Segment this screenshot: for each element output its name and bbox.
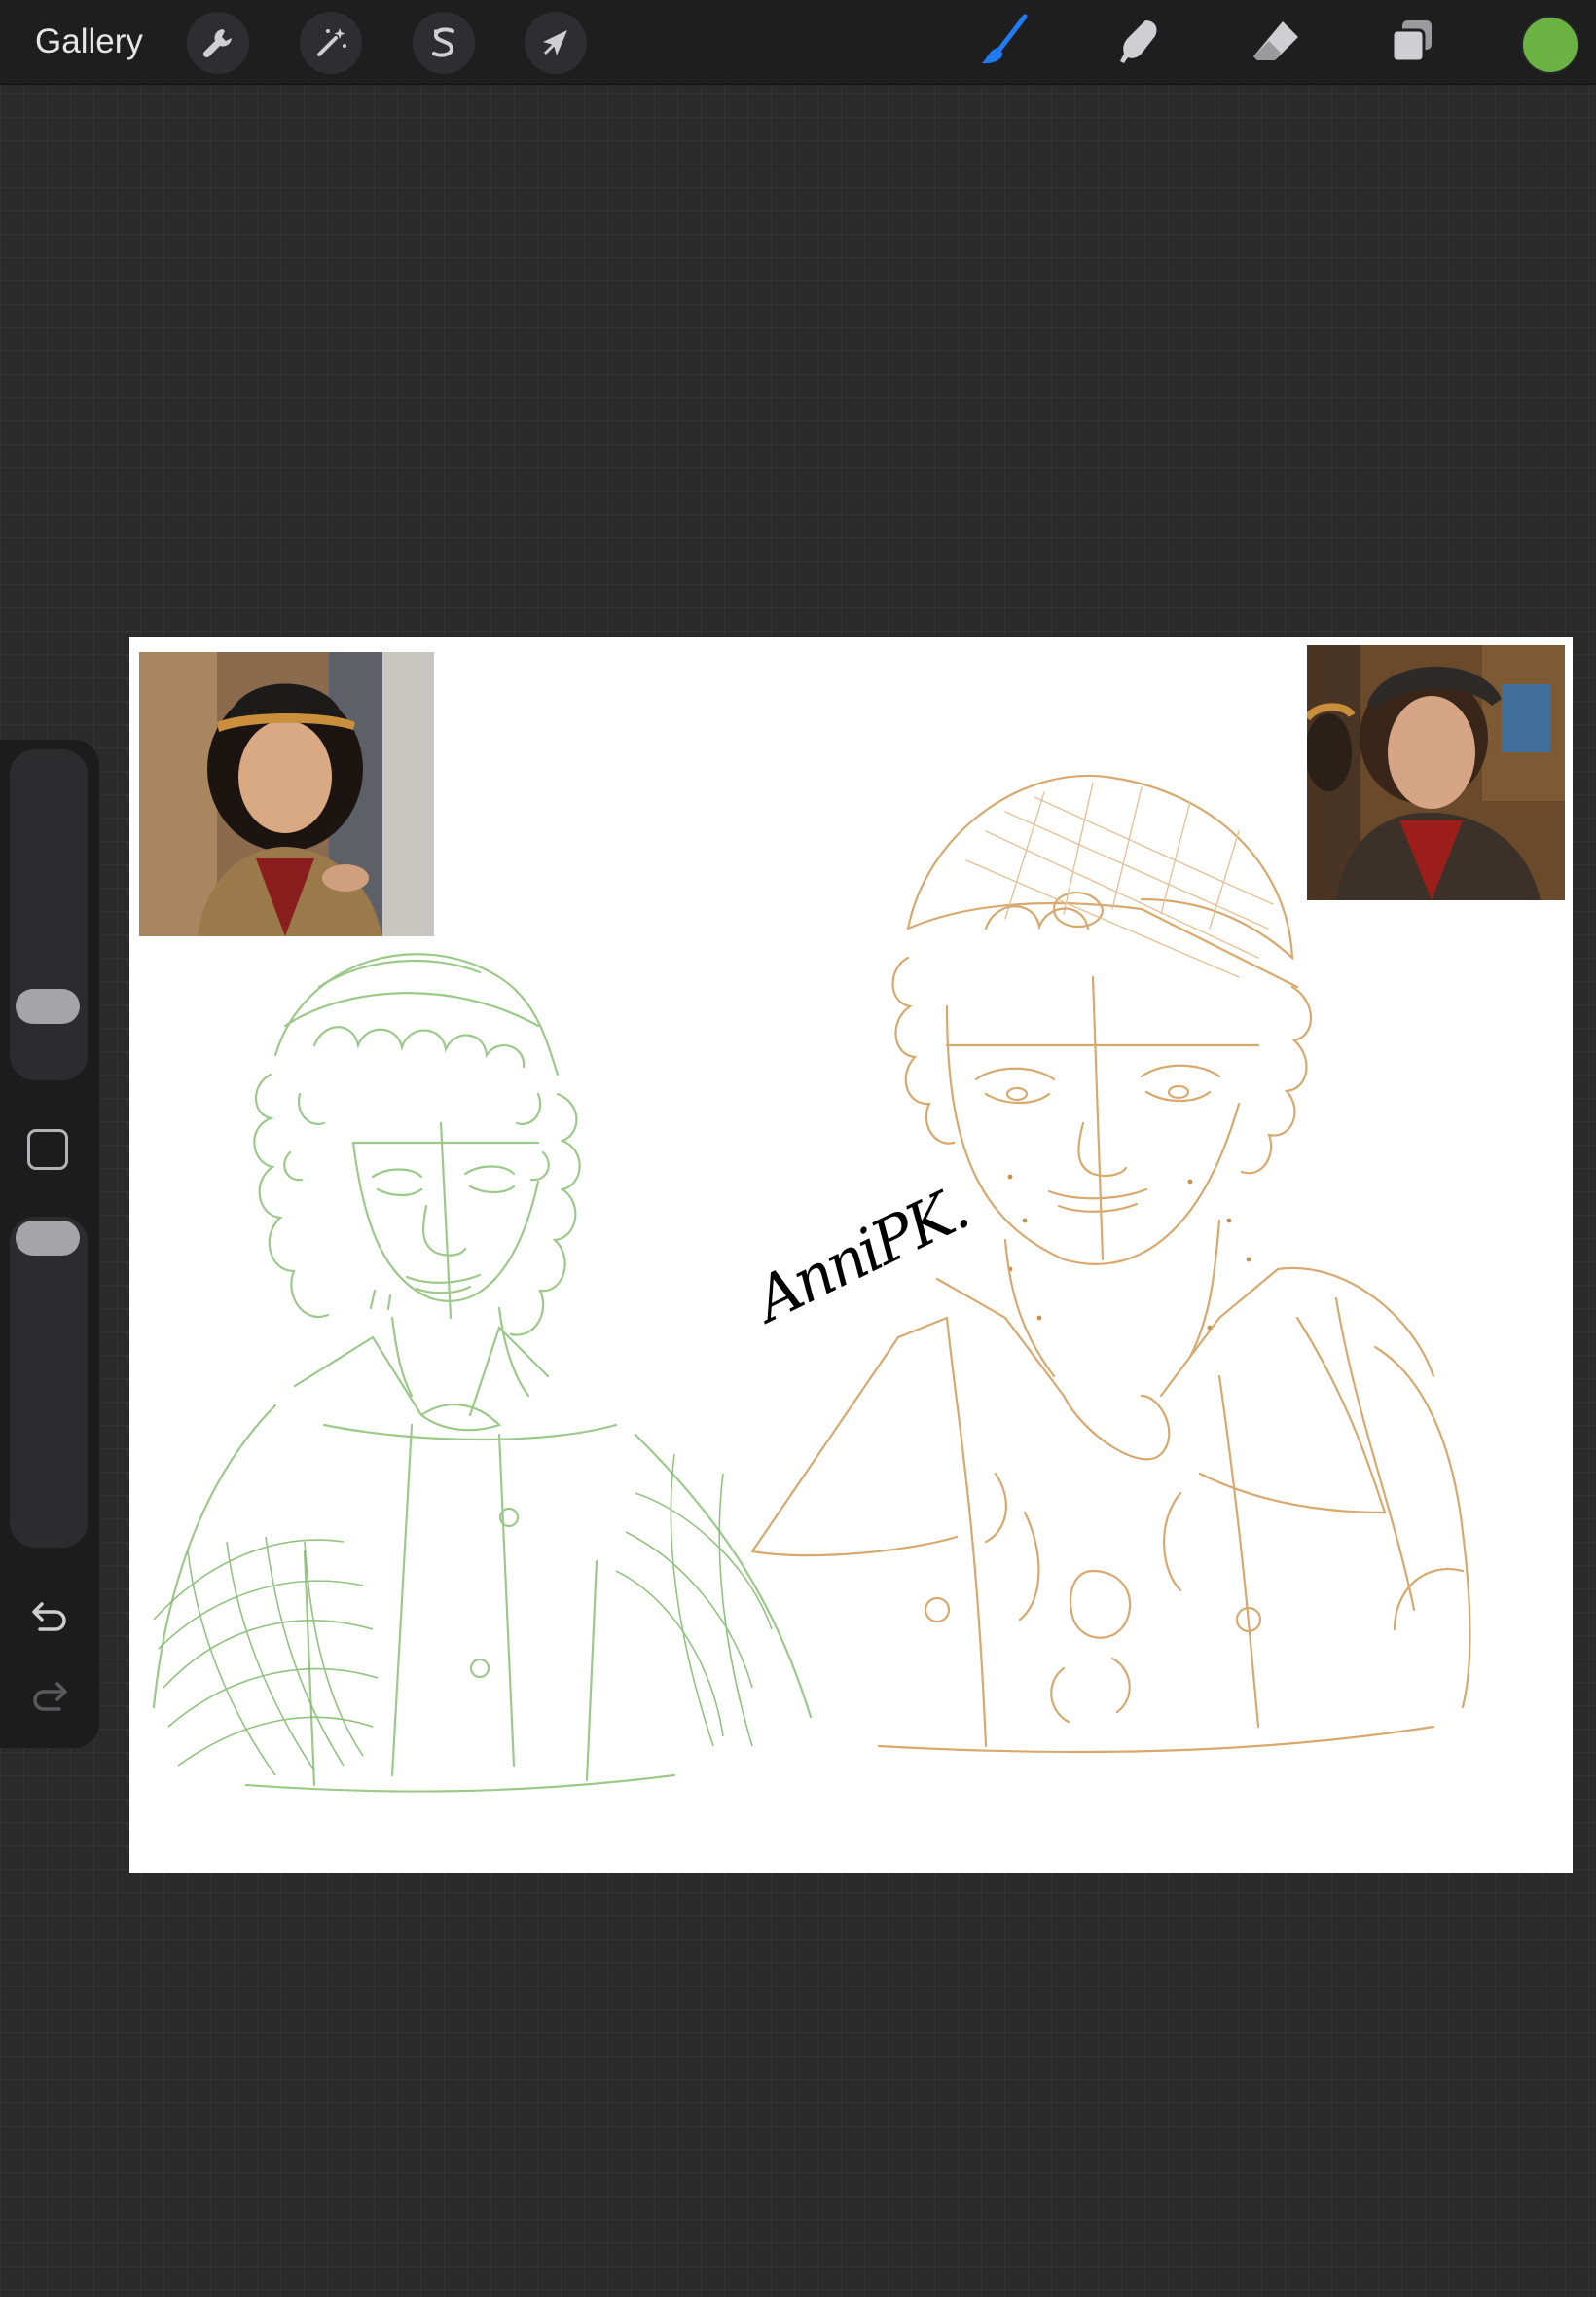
selection-button[interactable]: [413, 12, 475, 74]
brush-size-thumb[interactable]: [16, 989, 80, 1024]
smudge-finger-icon: [1120, 20, 1157, 63]
color-picker-button[interactable]: [1521, 16, 1579, 74]
opacity-thumb[interactable]: [16, 1221, 80, 1256]
brush-tool-button[interactable]: [971, 10, 1035, 74]
undo-button[interactable]: [25, 1594, 74, 1637]
actions-button[interactable]: [187, 12, 249, 74]
left-sidebar: [0, 740, 99, 1748]
transform-button[interactable]: [525, 12, 587, 74]
smudge-tool-button[interactable]: [1107, 10, 1172, 74]
selection-s-icon: [432, 27, 454, 57]
redo-icon: [33, 1682, 67, 1711]
adjustments-button[interactable]: [300, 12, 362, 74]
redo-button[interactable]: [25, 1674, 74, 1717]
gallery-button[interactable]: Gallery: [35, 18, 143, 66]
layers-button[interactable]: [1380, 10, 1444, 74]
undo-icon: [32, 1602, 66, 1631]
opacity-slider[interactable]: [10, 1217, 88, 1548]
arrow-cursor-icon: [543, 30, 567, 55]
drawing-canvas[interactable]: AnniPK.: [129, 637, 1573, 1873]
eraser-tool-button[interactable]: [1244, 10, 1308, 74]
magic-wand-icon: [317, 28, 346, 56]
brush-icon: [982, 14, 1028, 64]
layers-icon: [1391, 20, 1432, 63]
eraser-icon: [1253, 21, 1298, 60]
brush-size-slider[interactable]: [10, 749, 88, 1080]
wrench-icon: [202, 29, 232, 58]
top-toolbar: Gallery: [0, 0, 1596, 85]
modify-button[interactable]: [27, 1129, 68, 1170]
